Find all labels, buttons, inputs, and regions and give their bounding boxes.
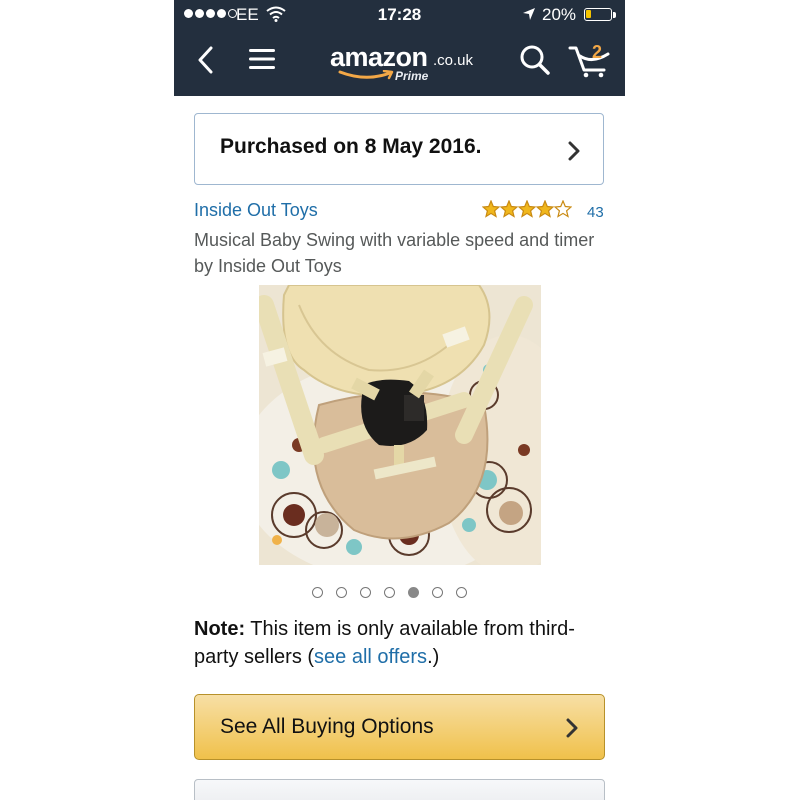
see-all-offers-link[interactable]: see all offers — [314, 646, 427, 668]
note-text-after: .) — [427, 646, 440, 668]
rating-count[interactable]: 43 — [587, 204, 604, 221]
battery-icon — [584, 8, 612, 21]
phone-screen: EE 17:28 20% amazon .co.uk Prime 2 Purch… — [174, 0, 625, 800]
carousel-dot[interactable] — [432, 587, 443, 598]
see-all-buying-options-button[interactable]: See All Buying Options — [194, 694, 605, 760]
purchase-date-text: Purchased on 8 May 2016. — [220, 135, 482, 158]
product-image[interactable] — [259, 285, 541, 565]
location-arrow-icon — [523, 8, 535, 20]
star-filled-icon — [536, 200, 554, 218]
nav-row: amazon .co.uk Prime 2 — [174, 30, 625, 92]
star-filled-icon — [500, 200, 518, 218]
star-empty-icon — [554, 200, 572, 218]
star-filled-icon — [482, 200, 500, 218]
logo-domain: .co.uk — [433, 52, 474, 69]
cart-count-badge: 2 — [592, 42, 603, 62]
amazon-logo[interactable]: amazon .co.uk Prime — [330, 42, 474, 86]
battery-percentage: 20% — [542, 5, 577, 24]
search-icon[interactable] — [519, 44, 551, 76]
carousel-dot[interactable] — [360, 587, 371, 598]
purchase-history-banner[interactable]: Purchased on 8 May 2016. — [194, 113, 604, 185]
star-rating[interactable] — [482, 200, 572, 218]
star-filled-icon — [518, 200, 536, 218]
status-bar: EE 17:28 20% — [174, 0, 625, 30]
carousel-dot[interactable] — [408, 587, 419, 598]
app-header: EE 17:28 20% amazon .co.uk Prime 2 — [174, 0, 625, 96]
carousel-dot[interactable] — [312, 587, 323, 598]
chevron-right-icon — [568, 141, 580, 161]
next-section-box[interactable] — [194, 779, 605, 800]
battery-level — [586, 10, 591, 18]
carousel-dot[interactable] — [384, 587, 395, 598]
buy-button-label: See All Buying Options — [220, 715, 434, 738]
battery-tip — [613, 12, 616, 18]
hamburger-menu-icon[interactable] — [248, 47, 276, 71]
carousel-dot[interactable] — [456, 587, 467, 598]
image-carousel-dots[interactable] — [312, 587, 467, 598]
back-button[interactable] — [196, 46, 214, 74]
carousel-dot[interactable] — [336, 587, 347, 598]
note-label: Note: — [194, 618, 246, 640]
chevron-right-icon — [566, 718, 578, 738]
logo-smile-icon — [338, 70, 394, 80]
third-party-note: Note: This item is only available from t… — [194, 615, 609, 671]
brand-link[interactable]: Inside Out Toys — [194, 200, 318, 221]
logo-prime: Prime — [395, 69, 429, 83]
cart-icon[interactable] — [568, 44, 612, 78]
product-title: Musical Baby Swing with variable speed a… — [194, 230, 595, 276]
